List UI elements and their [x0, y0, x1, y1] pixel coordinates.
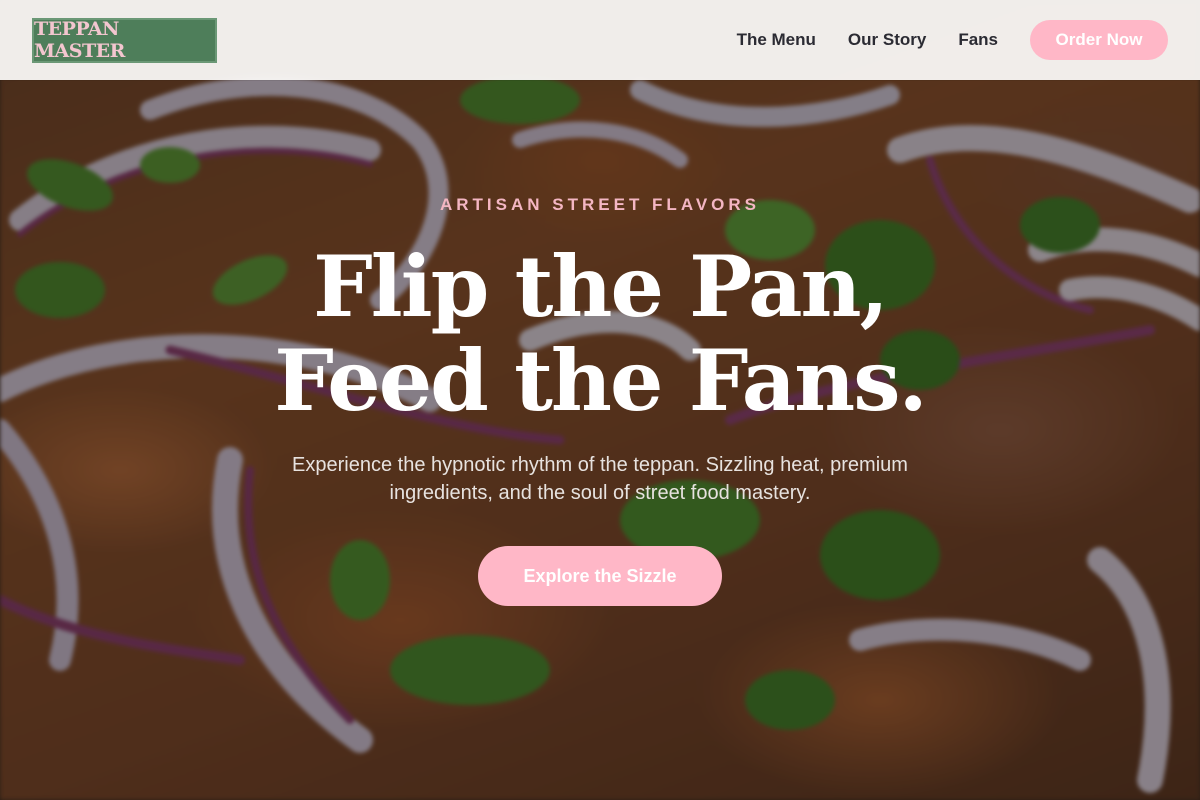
headline-line-2: Feed the Fans. — [274, 331, 928, 430]
explore-sizzle-button[interactable]: Explore the Sizzle — [478, 546, 722, 606]
hero-subtitle: Experience the hypnotic rhythm of the te… — [292, 454, 908, 504]
headline-line-1: Flip the Pan, — [313, 237, 889, 336]
hero-headline: Flip the Pan, Feed the Fans. — [0, 240, 1200, 428]
hero-eyebrow: ARTISAN STREET FLAVORS — [439, 195, 761, 214]
hero-content: ARTISAN STREET FLAVORS Flip the Pan, Fee… — [0, 0, 1200, 800]
